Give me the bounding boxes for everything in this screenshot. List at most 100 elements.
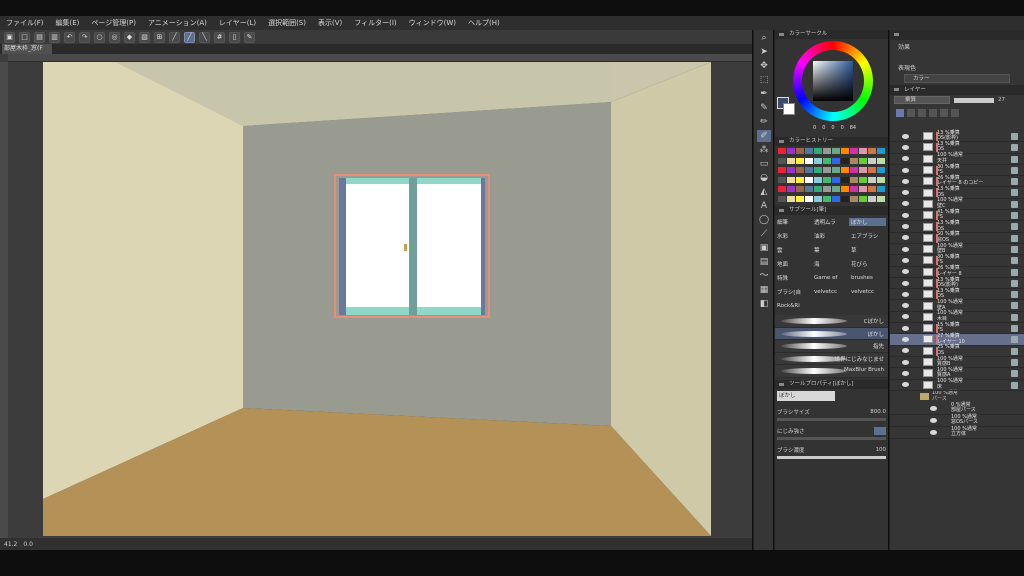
layer-settings-icon[interactable] bbox=[1011, 381, 1018, 389]
new-layer-icon[interactable] bbox=[940, 109, 948, 117]
history-swatch[interactable] bbox=[850, 148, 858, 154]
snap-ruler-icon[interactable]: ╱ bbox=[184, 31, 195, 43]
brush-item[interactable]: Cぼかし bbox=[775, 315, 888, 328]
subtool-header[interactable]: サブツール[筆] bbox=[775, 206, 888, 215]
selection-tool-icon[interactable]: ⬚ bbox=[757, 74, 771, 86]
subtool-group-item[interactable]: エアブラシ bbox=[849, 232, 886, 240]
history-swatch[interactable] bbox=[787, 167, 795, 173]
history-swatch[interactable] bbox=[778, 167, 786, 173]
save-icon[interactable]: ▥ bbox=[49, 31, 60, 43]
eye-icon[interactable] bbox=[902, 303, 909, 309]
eye-icon[interactable] bbox=[902, 370, 909, 376]
layer-settings-icon[interactable] bbox=[1011, 336, 1018, 344]
eye-icon[interactable] bbox=[930, 405, 937, 411]
subtool-group-item[interactable]: 細筆 bbox=[775, 218, 812, 226]
eye-icon[interactable] bbox=[902, 359, 909, 365]
app-icon[interactable]: ▣ bbox=[4, 31, 15, 43]
move-tool-icon[interactable]: ✥ bbox=[757, 60, 771, 72]
brush-item[interactable]: 境界にじみなじませ bbox=[775, 352, 888, 365]
subtool-group-item[interactable]: velvetcc bbox=[812, 289, 849, 295]
subtool-group-item[interactable]: brushes bbox=[849, 275, 886, 281]
layer-settings-icon[interactable] bbox=[1011, 133, 1018, 140]
eye-icon[interactable] bbox=[930, 429, 937, 435]
layer-header[interactable]: レイヤー bbox=[890, 85, 1024, 95]
layer-settings-icon[interactable] bbox=[1011, 370, 1018, 378]
history-swatch[interactable] bbox=[841, 176, 849, 183]
display-color-select[interactable]: カラー bbox=[904, 74, 1010, 83]
history-swatch[interactable] bbox=[841, 195, 849, 202]
blur-mode-icon[interactable] bbox=[874, 426, 886, 435]
history-swatch[interactable] bbox=[868, 167, 876, 173]
subtool-group-item[interactable]: 雲 bbox=[775, 246, 812, 254]
history-swatch[interactable] bbox=[805, 176, 813, 183]
history-swatch[interactable] bbox=[868, 148, 876, 154]
history-swatch[interactable] bbox=[841, 148, 849, 154]
history-swatch[interactable] bbox=[805, 186, 813, 192]
history-swatch[interactable] bbox=[850, 176, 858, 183]
history-swatch[interactable] bbox=[823, 176, 831, 183]
history-swatch[interactable] bbox=[841, 167, 849, 173]
text-tool-icon[interactable]: A bbox=[757, 200, 771, 212]
subtool-group-item[interactable]: 草 bbox=[849, 246, 886, 254]
correct-line-tool-icon[interactable]: 〜 bbox=[757, 270, 771, 282]
history-swatch[interactable] bbox=[850, 157, 858, 164]
eye-icon[interactable] bbox=[902, 348, 909, 354]
menu-item-2[interactable]: ページ管理(P) bbox=[91, 18, 136, 28]
history-swatch[interactable] bbox=[832, 186, 840, 192]
device-icon[interactable]: ▯ bbox=[229, 31, 240, 43]
brush-tool-icon[interactable]: ✐ bbox=[757, 130, 771, 142]
history-swatch[interactable] bbox=[859, 186, 867, 192]
figure-tool-icon[interactable]: ▣ bbox=[757, 242, 771, 254]
history-swatch[interactable] bbox=[877, 157, 885, 164]
history-swatch[interactable] bbox=[877, 148, 885, 154]
history-swatch[interactable] bbox=[796, 186, 804, 192]
eye-icon[interactable] bbox=[902, 325, 909, 331]
eye-icon[interactable] bbox=[902, 382, 909, 388]
history-swatch[interactable] bbox=[787, 176, 795, 183]
pencil-tool-icon[interactable]: ✏ bbox=[757, 116, 771, 128]
color-wheel[interactable]: 0 0 0 0 84 bbox=[775, 39, 888, 137]
eye-icon[interactable] bbox=[902, 280, 909, 286]
ruler-tool-icon[interactable]: ⟋ bbox=[757, 228, 771, 240]
settings-icon[interactable]: ✎ bbox=[244, 31, 255, 43]
history-swatch[interactable] bbox=[823, 186, 831, 192]
history-swatch[interactable] bbox=[868, 195, 876, 202]
gradient-tool-icon[interactable]: ▤ bbox=[757, 256, 771, 268]
layer-settings-icon[interactable] bbox=[1011, 144, 1018, 152]
history-swatch[interactable] bbox=[796, 167, 804, 173]
history-swatch[interactable] bbox=[868, 186, 876, 192]
history-swatch[interactable] bbox=[787, 148, 795, 154]
subtool-group-item[interactable]: 海 bbox=[812, 260, 849, 268]
history-swatch[interactable] bbox=[823, 148, 831, 154]
history-swatch[interactable] bbox=[841, 186, 849, 192]
layer-settings-icon[interactable] bbox=[1011, 313, 1018, 321]
menu-item-3[interactable]: アニメーション(A) bbox=[148, 18, 207, 28]
eye-icon[interactable] bbox=[902, 314, 909, 320]
history-swatch[interactable] bbox=[877, 195, 885, 202]
history-swatch[interactable] bbox=[814, 176, 822, 183]
history-swatch[interactable] bbox=[823, 157, 831, 164]
history-swatch[interactable] bbox=[805, 195, 813, 202]
history-swatch[interactable] bbox=[814, 195, 822, 202]
layer-settings-icon[interactable] bbox=[1011, 347, 1018, 355]
subtool-group-item[interactable]: 花びら bbox=[849, 260, 886, 268]
brush-item[interactable]: 指先 bbox=[775, 340, 888, 353]
eye-icon[interactable] bbox=[902, 246, 909, 252]
ref-layer-icon[interactable] bbox=[907, 109, 915, 117]
open-icon[interactable]: ▤ bbox=[34, 31, 45, 43]
undo-icon[interactable]: ↶ bbox=[64, 31, 75, 43]
eye-icon[interactable] bbox=[902, 190, 909, 196]
canvas-artwork[interactable] bbox=[43, 62, 711, 536]
history-swatch[interactable] bbox=[814, 167, 822, 173]
history-swatch[interactable] bbox=[778, 186, 786, 192]
layer-settings-icon[interactable] bbox=[1011, 279, 1018, 287]
history-swatch[interactable] bbox=[787, 195, 795, 202]
eye-icon[interactable] bbox=[930, 417, 937, 423]
history-swatch[interactable] bbox=[805, 148, 813, 154]
document-tab[interactable]: 部屋木枠_窓(F bbox=[2, 44, 52, 54]
delete-layer-icon[interactable] bbox=[951, 109, 959, 117]
fill-icon[interactable]: ◆ bbox=[124, 31, 135, 43]
snap-off-icon[interactable]: ╱ bbox=[169, 31, 180, 43]
history-swatch[interactable] bbox=[796, 176, 804, 183]
subtool-group-item[interactable]: velvetcc bbox=[849, 289, 886, 295]
